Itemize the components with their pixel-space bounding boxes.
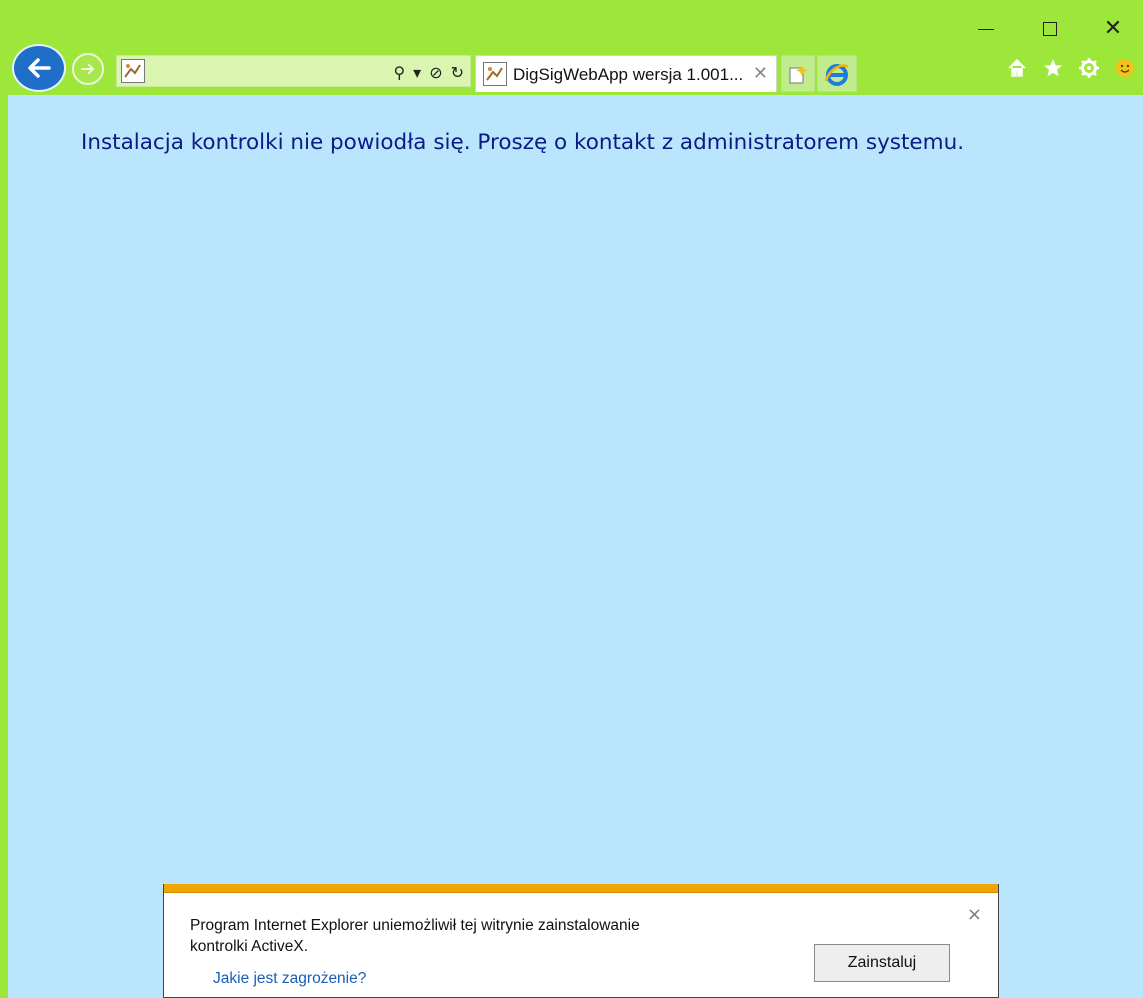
back-button[interactable] [12,44,66,92]
install-button[interactable]: Zainstaluj [814,944,950,982]
notification-close-icon[interactable]: × [967,904,982,925]
arrow-left-icon [28,58,51,78]
risk-info-link[interactable]: Jakie jest zagrożenie? [213,970,366,988]
command-icons [1005,52,1137,84]
dropdown-icon[interactable]: ▾ [413,63,421,82]
maximize-icon [1043,22,1057,36]
tab-close-icon[interactable]: ✕ [753,63,768,84]
stop-icon[interactable]: ⊘ [429,63,442,82]
refresh-icon[interactable]: ↻ [451,63,464,82]
maximize-button[interactable] [1030,14,1070,44]
site-favicon-icon [121,59,145,83]
title-bar: ✕ ⚲ ▾ ⊘ ↻ DigSigWebApp wersja 1.001... ✕ [0,0,1143,95]
search-icon[interactable]: ⚲ [393,63,405,82]
home-icon[interactable] [1005,56,1029,80]
smiley-feedback-icon[interactable] [1113,56,1137,80]
close-window-button[interactable]: ✕ [1093,14,1133,44]
gear-icon[interactable] [1077,56,1101,80]
error-message: Instalacja kontrolki nie powiodła się. P… [81,130,965,155]
notification-stripe [164,884,998,893]
page-content: Instalacja kontrolki nie powiodła się. P… [8,95,1143,998]
url-input[interactable] [149,58,379,84]
notification-text-line-2: kontrolki ActiveX. [190,938,309,955]
browser-tab[interactable]: DigSigWebApp wersja 1.001... ✕ [475,55,777,92]
internet-explorer-icon [824,63,849,86]
activex-notification-bar: Program Internet Explorer uniemożliwił t… [163,884,999,998]
address-tools: ⚲ ▾ ⊘ ↻ [393,60,464,84]
favorites-star-icon[interactable] [1041,56,1065,80]
new-tab-button[interactable] [781,55,815,92]
arrow-right-icon [81,64,94,74]
tab-favicon-icon [483,62,507,86]
forward-button[interactable] [72,53,104,85]
notification-text-line-1: Program Internet Explorer uniemożliwił t… [190,917,640,934]
close-icon: ✕ [1103,16,1123,41]
minimize-icon [978,28,994,30]
ie-logo-button[interactable] [817,55,857,92]
tab-title: DigSigWebApp wersja 1.001... [513,65,744,84]
address-bar[interactable]: ⚲ ▾ ⊘ ↻ [116,55,471,87]
new-tab-icon [789,64,808,83]
minimize-button[interactable] [966,14,1006,44]
notification-text: Program Internet Explorer uniemożliwił t… [190,915,790,957]
